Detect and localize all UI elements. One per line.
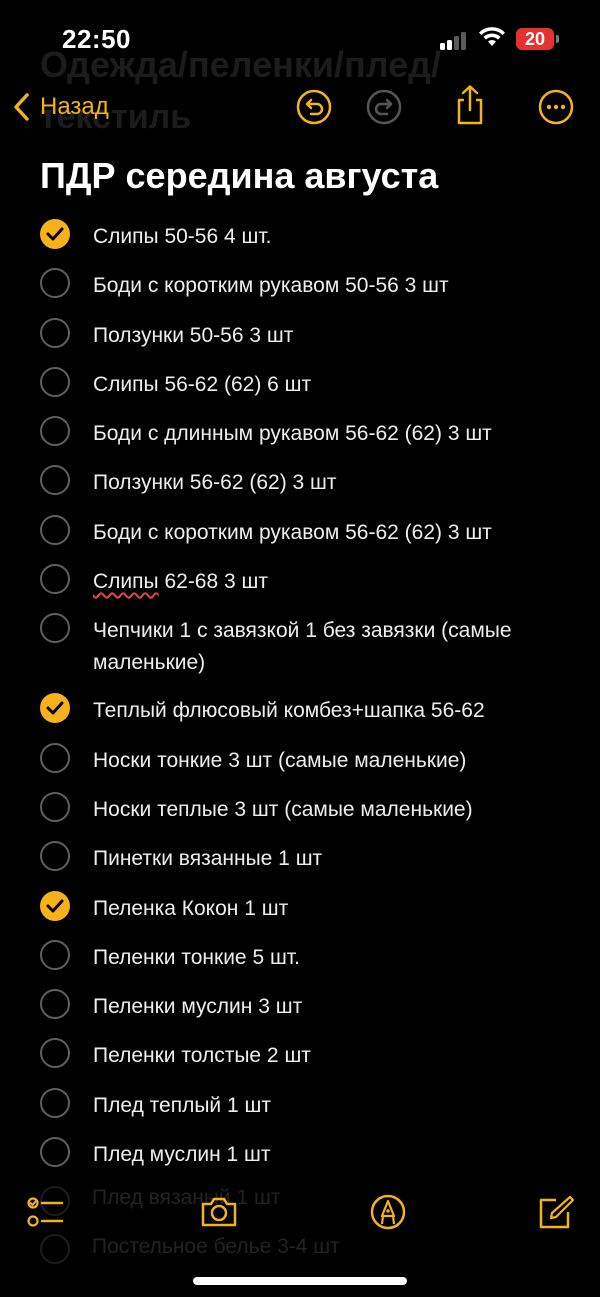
checklist-item: Теплый флюсовый комбез+шапка 56-62 <box>0 683 600 732</box>
spellcheck-word: Слипы <box>93 570 159 594</box>
ghost-checkbox <box>40 1234 70 1264</box>
checklist-item: Пеленка Кокон 1 шт <box>0 881 600 930</box>
undo-icon[interactable] <box>296 89 332 125</box>
checklist-item: Ползунки 56-62 (62) 3 шт <box>0 455 600 504</box>
note-title[interactable]: ПДР середина августа <box>40 155 438 197</box>
checklist-item-text[interactable]: Плед муслин 1 шт <box>93 1139 271 1171</box>
checklist-item: Слипы 56-62 (62) 6 шт <box>0 357 600 406</box>
checkbox-checked[interactable] <box>40 890 70 921</box>
checklist-item: Плед муслин 1 шт <box>0 1127 600 1176</box>
checkbox-checked[interactable] <box>40 693 70 724</box>
bottom-toolbar <box>0 1186 600 1238</box>
checkbox-unchecked[interactable] <box>40 1087 70 1118</box>
checklist-item-text[interactable]: Пинетки вязанные 1 шт <box>93 843 322 875</box>
checkmark-icon <box>46 899 64 913</box>
checklist-item: Пеленки тонкие 5 шт. <box>0 930 600 979</box>
checkbox-unchecked[interactable] <box>40 939 70 970</box>
battery-cap <box>556 35 559 43</box>
checklist: Слипы 50-56 4 шт. Боди с коротким рукавом… <box>0 209 600 1176</box>
back-button[interactable]: Назад <box>12 90 109 124</box>
checkbox-unchecked[interactable] <box>40 564 70 595</box>
checklist-item: Чепчики 1 с завязкой 1 без завязки (самы… <box>0 603 600 683</box>
checklist-item-text[interactable]: Пеленки тонкие 5 шт. <box>93 942 300 974</box>
checkbox-unchecked[interactable] <box>40 366 70 397</box>
checklist-item: Слипы 62-68 3 шт <box>0 554 600 603</box>
checkbox-unchecked[interactable] <box>40 514 70 545</box>
checklist-item: Носки тонкие 3 шт (самые маленькие) <box>0 733 600 782</box>
checkbox-unchecked[interactable] <box>40 791 70 822</box>
checklist-item-text[interactable]: Пеленки толстые 2 шт <box>93 1040 311 1072</box>
checklist-item-text[interactable]: Слипы 50-56 4 шт. <box>93 221 271 253</box>
checklist-item-text[interactable]: Пеленка Кокон 1 шт <box>93 893 288 925</box>
checklist-item-text[interactable]: Носки тонкие 3 шт (самые маленькие) <box>93 745 466 777</box>
checklist-item: Боди с коротким рукавом 50-56 3 шт <box>0 258 600 307</box>
checkbox-unchecked[interactable] <box>40 742 70 773</box>
checklist-item-text[interactable]: Чепчики 1 с завязкой 1 без завязки (самы… <box>93 615 563 679</box>
cellular-signal-icon <box>440 30 470 50</box>
markup-pen-icon[interactable] <box>368 1194 408 1230</box>
checkbox-unchecked[interactable] <box>40 989 70 1020</box>
checkbox-unchecked[interactable] <box>40 1038 70 1069</box>
checklist-item-text[interactable]: Слипы 56-62 (62) 6 шт <box>93 369 311 401</box>
checklist-item-text[interactable]: Ползунки 56-62 (62) 3 шт <box>93 467 337 499</box>
checklist-item: Пеленки муслин 3 шт <box>0 979 600 1028</box>
checklist-item: Пинетки вязанные 1 шт <box>0 831 600 880</box>
share-icon[interactable] <box>452 84 488 126</box>
checkmark-icon <box>46 701 64 715</box>
back-label: Назад <box>40 93 109 120</box>
compose-icon[interactable] <box>536 1194 576 1230</box>
checkbox-unchecked[interactable] <box>40 841 70 872</box>
checklist-item: Плед теплый 1 шт <box>0 1078 600 1127</box>
chevron-left-icon <box>14 93 29 121</box>
redo-icon[interactable] <box>366 89 402 125</box>
checkbox-checked[interactable] <box>40 219 70 249</box>
ghost-list-item: Постельное белье 3-4 шт <box>92 1235 340 1258</box>
checklist-item-text[interactable]: Теплый флюсовый комбез+шапка 56-62 <box>93 695 485 727</box>
navigation-bar: Назад <box>0 82 600 132</box>
checklist-icon[interactable] <box>26 1194 66 1230</box>
battery-indicator: 20 <box>516 28 554 50</box>
checklist-item-text[interactable]: Боди с коротким рукавом 56-62 (62) 3 шт <box>93 517 492 549</box>
checklist-item-text[interactable]: Ползунки 50-56 3 шт <box>93 320 293 352</box>
checklist-item: Слипы 50-56 4 шт. <box>0 209 600 258</box>
home-indicator[interactable] <box>193 1277 407 1285</box>
checkbox-unchecked[interactable] <box>40 613 70 644</box>
checklist-item: Боди с коротким рукавом 56-62 (62) 3 шт <box>0 505 600 554</box>
checkbox-unchecked[interactable] <box>40 416 70 447</box>
checkbox-unchecked[interactable] <box>40 317 70 348</box>
checklist-item: Ползунки 50-56 3 шт <box>0 308 600 357</box>
checklist-item-text[interactable]: Носки теплые 3 шт (самые маленькие) <box>93 794 473 826</box>
checklist-item-text[interactable]: Слипы 62-68 3 шт <box>93 566 268 598</box>
checkbox-unchecked[interactable] <box>40 465 70 496</box>
checklist-item: Носки теплые 3 шт (самые маленькие) <box>0 782 600 831</box>
checklist-item-text[interactable]: Боди с длинным рукавом 56-62 (62) 3 шт <box>93 418 492 450</box>
ghost-previous-title: Одежда/пеленки/плед/ <box>40 44 441 85</box>
checklist-item: Пеленки толстые 2 шт <box>0 1028 600 1077</box>
checklist-item-text[interactable]: Пеленки муслин 3 шт <box>93 991 302 1023</box>
checklist-item: Боди с длинным рукавом 56-62 (62) 3 шт <box>0 406 600 455</box>
camera-icon[interactable] <box>199 1194 239 1230</box>
checkbox-unchecked[interactable] <box>40 268 70 299</box>
checklist-item-text[interactable]: Боди с коротким рукавом 50-56 3 шт <box>93 270 449 302</box>
wifi-icon <box>479 27 505 46</box>
checkbox-unchecked[interactable] <box>40 1137 70 1168</box>
more-icon[interactable] <box>538 89 574 125</box>
checkmark-icon <box>46 227 64 241</box>
checklist-item-text[interactable]: Плед теплый 1 шт <box>93 1090 271 1122</box>
